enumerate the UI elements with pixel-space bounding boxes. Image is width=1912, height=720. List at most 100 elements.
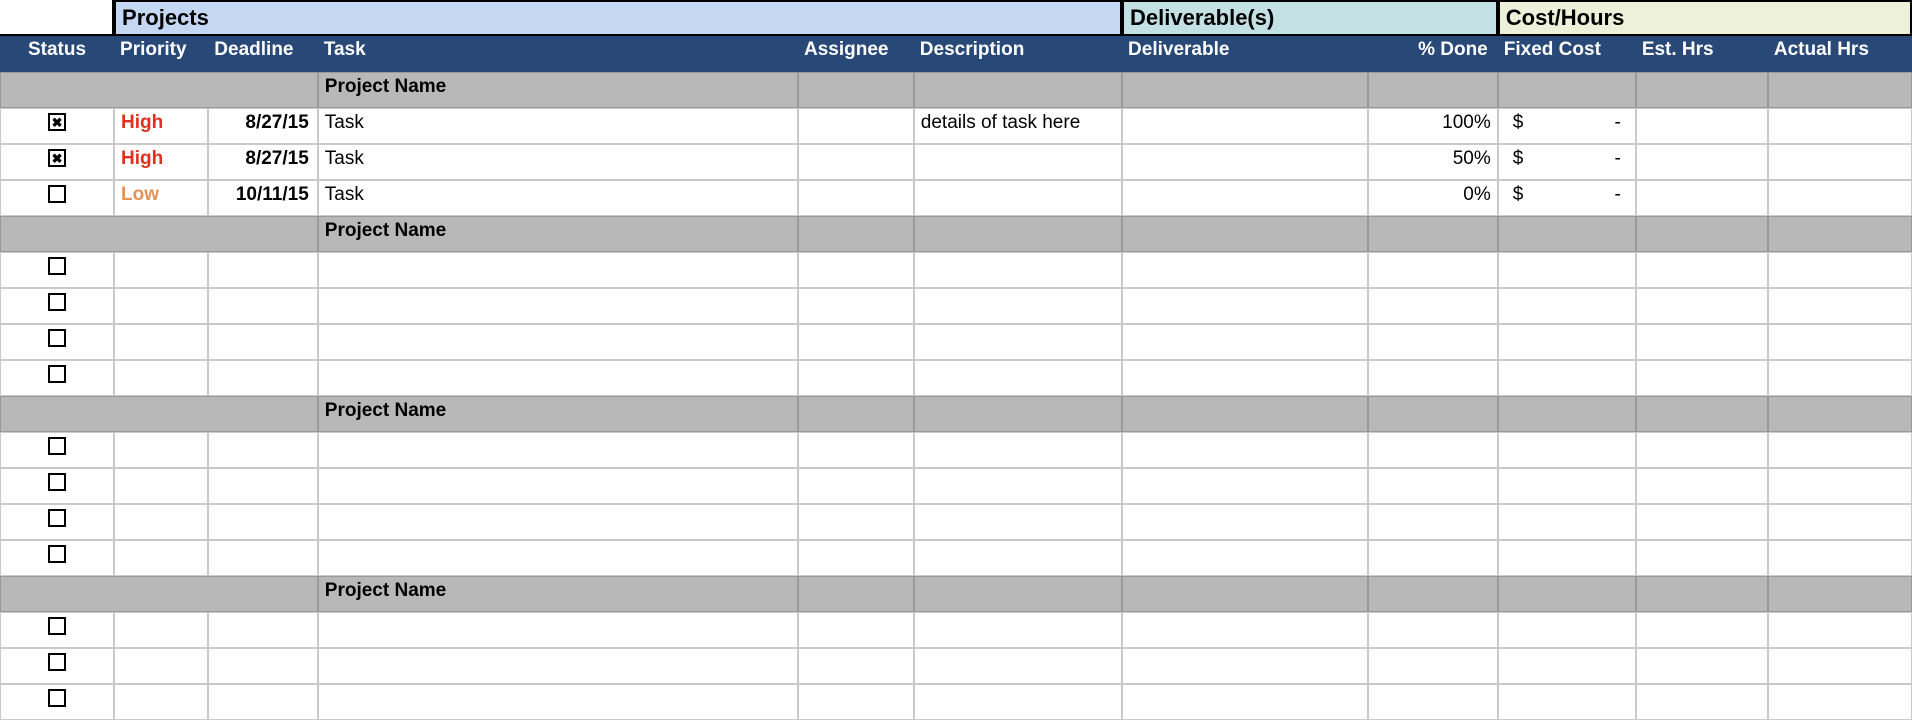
priority-cell[interactable] bbox=[114, 324, 208, 360]
fixed-cost-cell[interactable] bbox=[1498, 504, 1636, 540]
deliverable-cell[interactable] bbox=[1122, 432, 1368, 468]
pct-done-cell[interactable]: 100% bbox=[1368, 108, 1498, 144]
pct-done-cell[interactable] bbox=[1368, 360, 1498, 396]
est-hrs-cell[interactable] bbox=[1636, 288, 1768, 324]
fixed-cost-cell[interactable] bbox=[1498, 432, 1636, 468]
pct-done-cell[interactable] bbox=[1368, 504, 1498, 540]
pct-done-cell[interactable] bbox=[1368, 432, 1498, 468]
status-cell[interactable] bbox=[0, 612, 114, 648]
status-cell[interactable] bbox=[0, 360, 114, 396]
status-checkbox-icon[interactable] bbox=[48, 617, 66, 635]
actual-hrs-cell[interactable] bbox=[1768, 612, 1912, 648]
description-cell[interactable] bbox=[914, 180, 1122, 216]
status-checkbox-icon[interactable] bbox=[48, 365, 66, 383]
priority-cell[interactable] bbox=[114, 648, 208, 684]
est-hrs-cell[interactable] bbox=[1636, 540, 1768, 576]
description-cell[interactable] bbox=[914, 504, 1122, 540]
pct-done-cell[interactable] bbox=[1368, 684, 1498, 720]
priority-cell[interactable] bbox=[114, 468, 208, 504]
status-checkbox-icon[interactable] bbox=[48, 329, 66, 347]
est-hrs-cell[interactable] bbox=[1636, 612, 1768, 648]
deadline-cell[interactable] bbox=[208, 360, 317, 396]
pct-done-cell[interactable] bbox=[1368, 612, 1498, 648]
description-cell[interactable] bbox=[914, 648, 1122, 684]
deadline-cell[interactable] bbox=[208, 324, 317, 360]
description-cell[interactable] bbox=[914, 612, 1122, 648]
actual-hrs-cell[interactable] bbox=[1768, 288, 1912, 324]
deadline-cell[interactable] bbox=[208, 504, 317, 540]
description-cell[interactable]: details of task here bbox=[914, 108, 1122, 144]
actual-hrs-cell[interactable] bbox=[1768, 360, 1912, 396]
description-cell[interactable] bbox=[914, 684, 1122, 720]
description-cell[interactable] bbox=[914, 324, 1122, 360]
assignee-cell[interactable] bbox=[798, 468, 914, 504]
fixed-cost-cell[interactable] bbox=[1498, 540, 1636, 576]
actual-hrs-cell[interactable] bbox=[1768, 144, 1912, 180]
deliverable-cell[interactable] bbox=[1122, 288, 1368, 324]
deadline-cell[interactable] bbox=[208, 432, 317, 468]
assignee-cell[interactable] bbox=[798, 504, 914, 540]
est-hrs-cell[interactable] bbox=[1636, 504, 1768, 540]
deliverable-cell[interactable] bbox=[1122, 144, 1368, 180]
pct-done-cell[interactable] bbox=[1368, 324, 1498, 360]
actual-hrs-cell[interactable] bbox=[1768, 432, 1912, 468]
priority-cell[interactable]: High bbox=[114, 108, 208, 144]
actual-hrs-cell[interactable] bbox=[1768, 648, 1912, 684]
est-hrs-cell[interactable] bbox=[1636, 468, 1768, 504]
description-cell[interactable] bbox=[914, 432, 1122, 468]
task-cell[interactable] bbox=[318, 648, 798, 684]
task-cell[interactable] bbox=[318, 252, 798, 288]
status-cell[interactable] bbox=[0, 324, 114, 360]
est-hrs-cell[interactable] bbox=[1636, 144, 1768, 180]
actual-hrs-cell[interactable] bbox=[1768, 324, 1912, 360]
status-checkbox-icon[interactable] bbox=[48, 653, 66, 671]
est-hrs-cell[interactable] bbox=[1636, 324, 1768, 360]
status-checkbox-icon[interactable] bbox=[48, 437, 66, 455]
assignee-cell[interactable] bbox=[798, 180, 914, 216]
fixed-cost-cell[interactable] bbox=[1498, 252, 1636, 288]
fixed-cost-cell[interactable] bbox=[1498, 684, 1636, 720]
fixed-cost-cell[interactable] bbox=[1498, 468, 1636, 504]
fixed-cost-cell[interactable]: $- bbox=[1498, 180, 1636, 216]
pct-done-cell[interactable] bbox=[1368, 648, 1498, 684]
status-checkbox-icon[interactable] bbox=[48, 689, 66, 707]
deliverable-cell[interactable] bbox=[1122, 360, 1368, 396]
pct-done-cell[interactable] bbox=[1368, 252, 1498, 288]
est-hrs-cell[interactable] bbox=[1636, 432, 1768, 468]
deliverable-cell[interactable] bbox=[1122, 324, 1368, 360]
priority-cell[interactable] bbox=[114, 540, 208, 576]
status-cell[interactable] bbox=[0, 108, 114, 144]
fixed-cost-cell[interactable]: $- bbox=[1498, 108, 1636, 144]
est-hrs-cell[interactable] bbox=[1636, 684, 1768, 720]
assignee-cell[interactable] bbox=[798, 144, 914, 180]
assignee-cell[interactable] bbox=[798, 432, 914, 468]
group-name-cell[interactable]: Project Name bbox=[318, 576, 798, 612]
description-cell[interactable] bbox=[914, 360, 1122, 396]
fixed-cost-cell[interactable] bbox=[1498, 648, 1636, 684]
actual-hrs-cell[interactable] bbox=[1768, 468, 1912, 504]
group-name-cell[interactable]: Project Name bbox=[318, 216, 798, 252]
status-checkbox-icon[interactable] bbox=[48, 113, 66, 131]
deadline-cell[interactable] bbox=[208, 468, 317, 504]
deliverable-cell[interactable] bbox=[1122, 540, 1368, 576]
pct-done-cell[interactable] bbox=[1368, 468, 1498, 504]
actual-hrs-cell[interactable] bbox=[1768, 504, 1912, 540]
assignee-cell[interactable] bbox=[798, 108, 914, 144]
task-cell[interactable] bbox=[318, 504, 798, 540]
fixed-cost-cell[interactable] bbox=[1498, 360, 1636, 396]
pct-done-cell[interactable]: 0% bbox=[1368, 180, 1498, 216]
assignee-cell[interactable] bbox=[798, 360, 914, 396]
task-cell[interactable] bbox=[318, 540, 798, 576]
status-cell[interactable] bbox=[0, 252, 114, 288]
status-checkbox-icon[interactable] bbox=[48, 257, 66, 275]
assignee-cell[interactable] bbox=[798, 648, 914, 684]
status-cell[interactable] bbox=[0, 432, 114, 468]
status-cell[interactable] bbox=[0, 288, 114, 324]
priority-cell[interactable] bbox=[114, 504, 208, 540]
deadline-cell[interactable]: 8/27/15 bbox=[208, 144, 317, 180]
assignee-cell[interactable] bbox=[798, 612, 914, 648]
status-checkbox-icon[interactable] bbox=[48, 293, 66, 311]
task-cell[interactable] bbox=[318, 288, 798, 324]
task-cell[interactable]: Task bbox=[318, 144, 798, 180]
actual-hrs-cell[interactable] bbox=[1768, 684, 1912, 720]
